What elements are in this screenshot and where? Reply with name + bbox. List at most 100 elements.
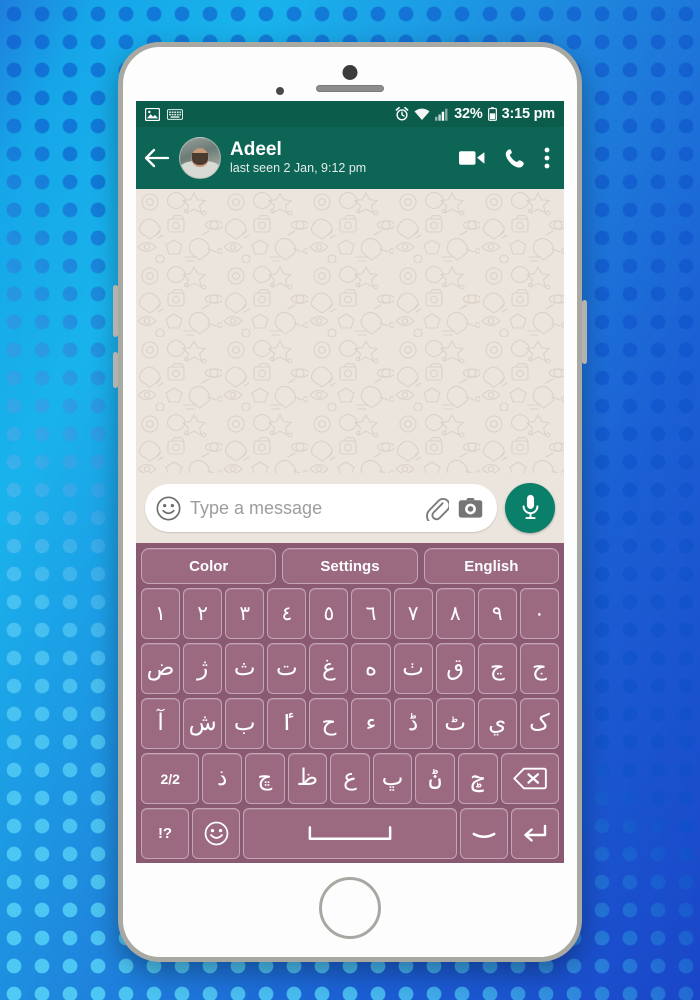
chat-header: Adeel last seen 2 Jan, 9:12 pm — [136, 127, 564, 189]
key-bheh[interactable]: ڀ — [372, 753, 413, 804]
key-te[interactable]: ت — [267, 643, 307, 694]
key-cheh[interactable]: ڇ — [245, 753, 285, 804]
phone-call-icon[interactable] — [504, 148, 525, 169]
key-alef-madda[interactable]: آ — [141, 698, 181, 749]
volume-button[interactable] — [113, 285, 118, 337]
phone-top-bezel — [123, 47, 577, 101]
key-1[interactable]: ١ — [141, 588, 181, 639]
contact-info[interactable]: Adeel last seen 2 Jan, 9:12 pm — [230, 139, 366, 177]
phone-device: 32% 3:15 pm Adeel last seen 2 Jan, 9:12 … — [118, 42, 582, 962]
key-backspace[interactable] — [500, 753, 559, 804]
key-yeh[interactable]: ي — [477, 698, 517, 749]
letter-row-2: آ ش ب ٵ ح ء ڈ ٹ ي ک — [139, 698, 561, 749]
english-language-button[interactable]: English — [423, 548, 559, 584]
power-button[interactable] — [113, 352, 118, 388]
key-tte[interactable]: ٺ — [393, 643, 433, 694]
header-actions — [459, 147, 554, 169]
status-bar-right: 32% 3:15 pm — [395, 106, 555, 122]
dash-icon — [472, 832, 496, 838]
key-8[interactable]: ٨ — [435, 588, 475, 639]
key-3[interactable]: ٣ — [225, 588, 265, 639]
paperclip-icon[interactable] — [425, 496, 449, 521]
key-9[interactable]: ٩ — [477, 588, 517, 639]
key-he[interactable]: ه — [351, 643, 391, 694]
number-row: ١ ٢ ٣ ٤ ٥ ٦ ٧ ٨ ٩ ٠ — [139, 588, 561, 639]
wifi-icon — [414, 108, 430, 120]
key-6[interactable]: ٦ — [351, 588, 391, 639]
image-icon — [145, 107, 160, 121]
key-symbols[interactable]: !? — [141, 808, 190, 859]
key-tteh[interactable]: ٹ — [435, 698, 475, 749]
side-button-right[interactable] — [582, 300, 587, 364]
key-0[interactable]: ٠ — [519, 588, 559, 639]
message-input-placeholder[interactable]: Type a message — [190, 498, 416, 519]
key-space[interactable] — [243, 808, 457, 859]
key-page-toggle[interactable]: 2/2 — [141, 753, 200, 804]
space-icon — [308, 825, 392, 840]
emoji-icon — [204, 821, 228, 846]
settings-button[interactable]: Settings — [282, 548, 418, 584]
avatar-beard — [192, 152, 208, 165]
battery-icon — [487, 107, 497, 121]
message-input-pill[interactable]: Type a message — [145, 484, 497, 532]
letter-row-3: 2/2 ذ ڇ ظ ع ڀ ݨ ݮ — [139, 753, 561, 804]
key-dad[interactable]: ض — [141, 643, 181, 694]
earpiece-speaker — [316, 85, 384, 92]
key-ain[interactable]: ع — [330, 753, 370, 804]
phone-screen: 32% 3:15 pm Adeel last seen 2 Jan, 9:12 … — [136, 101, 564, 863]
front-camera — [342, 65, 358, 80]
key-hah[interactable]: ح — [309, 698, 349, 749]
message-input-bar: Type a message — [136, 473, 564, 543]
key-be[interactable]: ب — [225, 698, 265, 749]
camera-icon[interactable] — [458, 497, 483, 519]
key-ddal[interactable]: ڈ — [393, 698, 433, 749]
key-enter[interactable] — [510, 808, 559, 859]
key-zhe[interactable]: ژ — [183, 643, 223, 694]
color-button[interactable]: Color — [141, 548, 277, 584]
key-sheen[interactable]: ش — [183, 698, 223, 749]
mic-button[interactable] — [505, 483, 555, 533]
wallpaper-doodle-pattern — [136, 189, 564, 473]
key-qaf[interactable]: ق — [435, 643, 475, 694]
enter-icon — [524, 824, 547, 842]
battery-percent-label: 32% — [454, 106, 483, 122]
key-jeem[interactable]: ج — [519, 643, 559, 694]
key-meem-dots[interactable]: ݮ — [457, 753, 498, 804]
back-arrow-icon[interactable] — [144, 147, 170, 169]
key-4[interactable]: ٤ — [267, 588, 307, 639]
phone-bottom-bezel — [123, 863, 577, 957]
more-options-icon[interactable] — [544, 147, 550, 169]
keyboard-icon — [167, 108, 183, 120]
avatar[interactable] — [179, 137, 221, 179]
key-noon-ring[interactable]: ݨ — [415, 753, 455, 804]
proximity-sensor-icon — [276, 87, 284, 95]
key-2[interactable]: ٢ — [183, 588, 223, 639]
key-ghain[interactable]: غ — [309, 643, 349, 694]
conversation-area — [136, 189, 564, 473]
key-emoji[interactable] — [192, 808, 241, 859]
video-call-icon[interactable] — [459, 149, 485, 167]
key-the[interactable]: ث — [225, 643, 265, 694]
status-bar-left-icons — [145, 107, 183, 121]
key-dash[interactable] — [459, 808, 508, 859]
key-7[interactable]: ٧ — [393, 588, 433, 639]
clock-label: 3:15 pm — [501, 106, 556, 122]
key-kaf[interactable]: ک — [519, 698, 559, 749]
key-5[interactable]: ٥ — [309, 588, 349, 639]
backspace-icon — [512, 767, 547, 790]
key-hamza-alef[interactable]: ٵ — [267, 698, 307, 749]
emoji-icon[interactable] — [156, 496, 181, 521]
contact-name: Adeel — [230, 139, 282, 161]
signal-icon — [435, 108, 448, 121]
alarm-icon — [395, 107, 409, 121]
bottom-row: !? — [139, 808, 561, 859]
contact-last-seen: last seen 2 Jan, 9:12 pm — [230, 161, 367, 176]
home-button[interactable] — [319, 877, 381, 939]
key-zah[interactable]: ظ — [287, 753, 328, 804]
keyboard: Color Settings English ١ ٢ ٣ ٤ ٥ ٦ ٧ ٨ ٩… — [136, 543, 564, 863]
key-hamza[interactable]: ء — [351, 698, 391, 749]
key-zal[interactable]: ذ — [202, 753, 242, 804]
status-bar: 32% 3:15 pm — [136, 101, 564, 127]
key-nyeh[interactable]: ڃ — [477, 643, 517, 694]
app-background: 32% 3:15 pm Adeel last seen 2 Jan, 9:12 … — [0, 0, 700, 1000]
